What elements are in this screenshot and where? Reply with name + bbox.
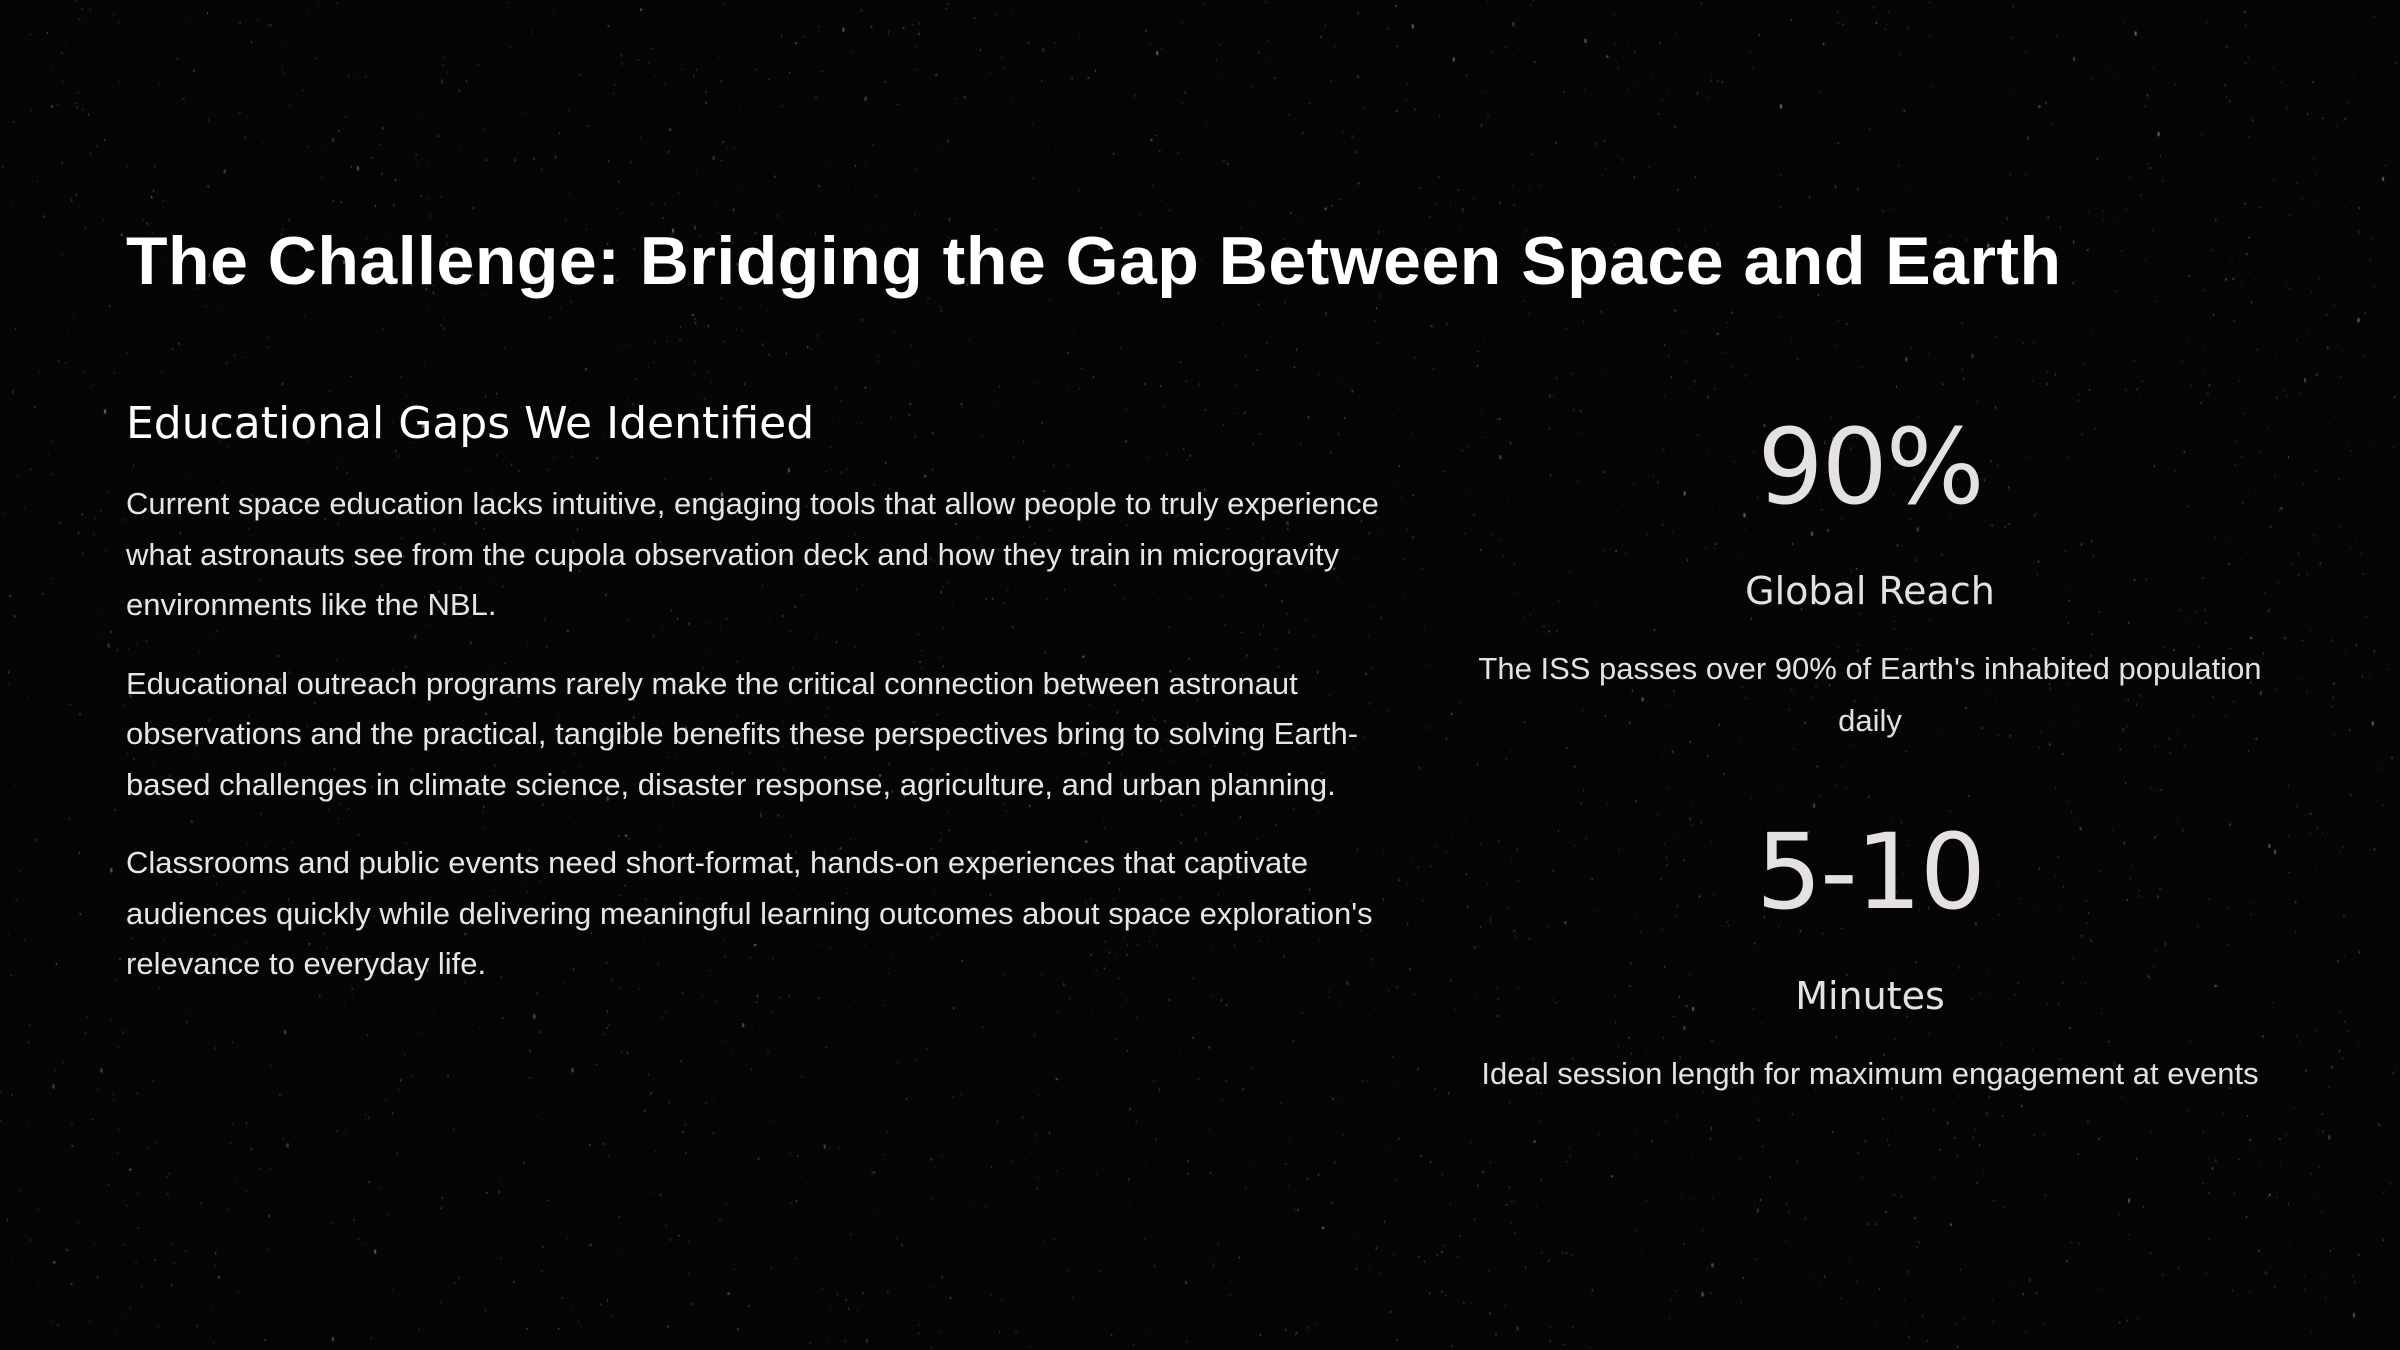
stat-value: 5-10 — [1755, 811, 1986, 933]
page-title: The Challenge: Bridging the Gap Between … — [126, 223, 2062, 299]
educational-gaps-section: Educational Gaps We Identified Current s… — [126, 398, 1396, 1018]
section-heading: Educational Gaps We Identified — [126, 398, 815, 449]
paragraph: Current space education lacks intuitive,… — [126, 486, 1379, 622]
stat-label: Global Reach — [1745, 569, 1995, 613]
paragraph: Classrooms and public events need short-… — [126, 845, 1373, 981]
stat-description: The ISS passes over 90% of Earth's inhab… — [1478, 651, 2262, 738]
stat-description: Ideal session length for maximum engagem… — [1481, 1056, 2259, 1091]
stat-value: 90% — [1757, 406, 1984, 528]
paragraph: Educational outreach programs rarely mak… — [126, 665, 1359, 802]
stat-label: Minutes — [1795, 974, 1945, 1018]
stat-minutes: 5-10 Minutes Ideal session length for ma… — [1460, 820, 2280, 1100]
stat-global-reach: 90% Global Reach The ISS passes over 90%… — [1460, 415, 2280, 747]
